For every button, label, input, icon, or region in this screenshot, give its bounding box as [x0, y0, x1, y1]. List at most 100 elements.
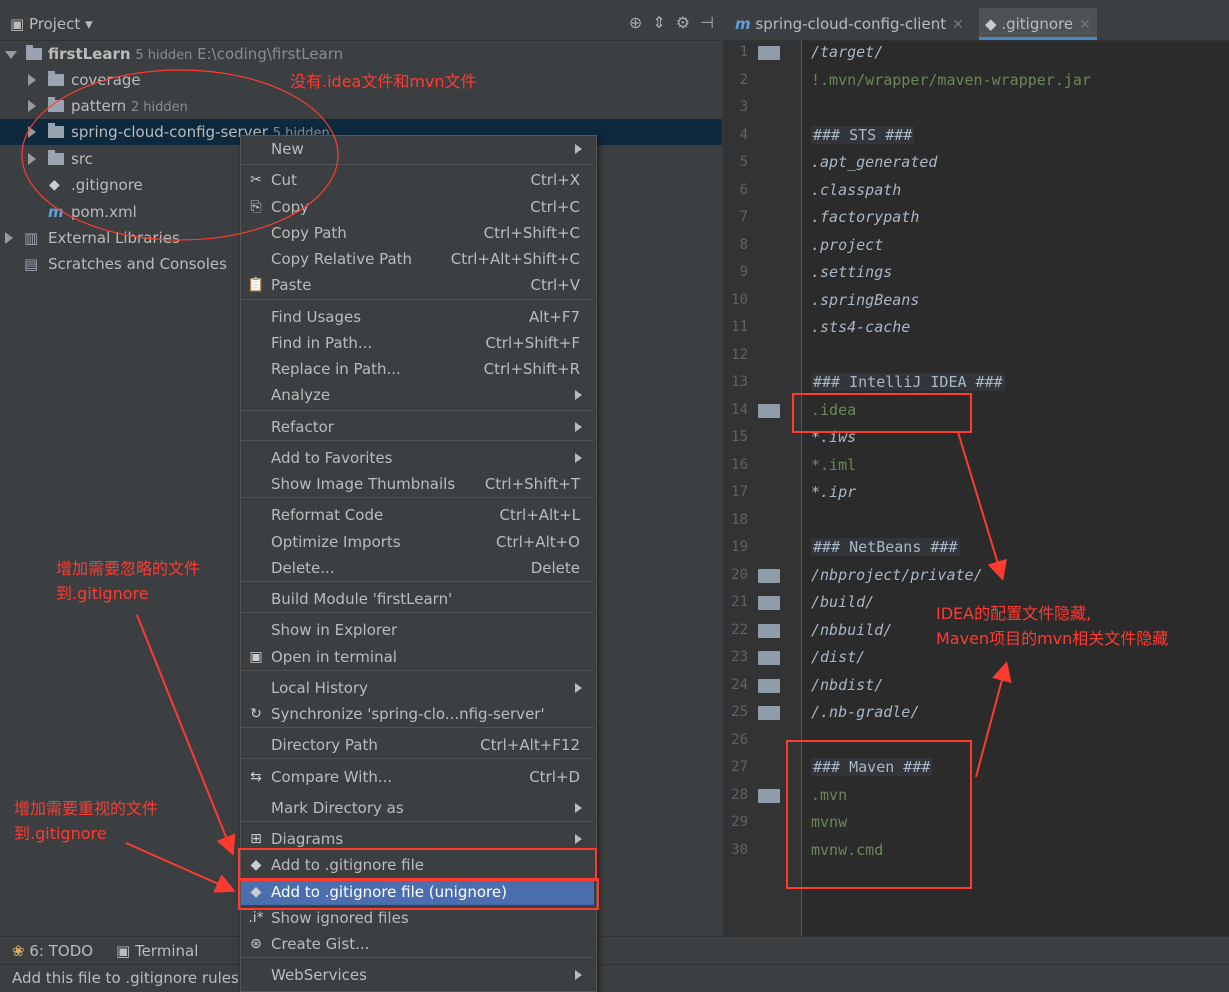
menu-item-find-usages[interactable]: Find Usages Alt+F7: [241, 304, 594, 330]
menu-item-label: Find in Path...: [271, 334, 373, 352]
menu-item-copy-relative-path[interactable]: Copy Relative Path Ctrl+Alt+Shift+C: [241, 246, 594, 272]
tab-label: .gitignore: [1001, 15, 1074, 33]
menu-separator: [241, 581, 594, 582]
menu-item-cut[interactable]: ✂ Cut Ctrl+X: [241, 167, 594, 193]
menu-item-local-history[interactable]: Local History: [241, 675, 594, 701]
menu-item-shortcut: Ctrl+Alt+L: [499, 506, 581, 524]
line-number: 2: [739, 71, 748, 88]
code-line[interactable]: .apt_generated: [811, 153, 937, 171]
sync-icon: ↻: [250, 706, 262, 722]
tab-spring-cloud-config-client[interactable]: m spring-cloud-config-client ✕: [729, 8, 970, 40]
close-tab-icon[interactable]: ✕: [1079, 17, 1091, 33]
menu-item-compare-with[interactable]: ⇆ Compare With... Ctrl+D: [241, 764, 594, 790]
code-line[interactable]: .springBeans: [811, 291, 919, 309]
menu-item-show-in-explorer[interactable]: Show in Explorer: [241, 617, 594, 643]
menu-item-webservices[interactable]: WebServices: [241, 962, 594, 988]
code-line[interactable]: /build/: [811, 593, 874, 611]
code-line[interactable]: !.mvn/wrapper/maven-wrapper.jar: [811, 71, 1091, 89]
compare-icon: ⇆: [250, 769, 262, 785]
code-line[interactable]: /nbbuild/: [811, 621, 892, 639]
expand-arrow-icon[interactable]: [28, 126, 36, 138]
terminal-tool-button[interactable]: ▣ Terminal: [116, 942, 198, 960]
close-tab-icon[interactable]: ✕: [952, 17, 964, 33]
menu-item-add-to-favorites[interactable]: Add to Favorites: [241, 445, 594, 471]
menu-item-label: Copy Relative Path: [271, 250, 413, 268]
collapse-all-icon[interactable]: ⇕: [652, 13, 665, 32]
code-line[interactable]: /nbdist/: [811, 676, 883, 694]
libraries-icon: ▥: [24, 229, 39, 247]
project-view-selector[interactable]: ▣ Project ▾: [10, 15, 93, 33]
line-number: 3: [739, 99, 748, 115]
annotation-add-ignore-line2: 到.gitignore: [56, 584, 149, 603]
code-line[interactable]: *.iml: [811, 456, 856, 474]
code-line[interactable]: .project: [811, 236, 883, 254]
tree-label: src: [71, 150, 93, 168]
menu-item-paste[interactable]: 📋 Paste Ctrl+V: [241, 272, 594, 298]
menu-item-copy-path[interactable]: Copy Path Ctrl+Shift+C: [241, 220, 594, 246]
code-line[interactable]: .sts4-cache: [811, 318, 910, 336]
expand-arrow-icon[interactable]: [28, 153, 36, 165]
menu-item-directory-path[interactable]: Directory Path Ctrl+Alt+F12: [241, 732, 594, 758]
code-line[interactable]: *.ipr: [811, 483, 856, 501]
settings-gear-icon[interactable]: ⚙: [676, 13, 690, 32]
code-line[interactable]: /.nb-gradle/: [811, 703, 919, 721]
code-line[interactable]: .classpath: [811, 181, 901, 199]
line-number: 29: [731, 814, 748, 830]
locate-icon[interactable]: ⊕: [629, 13, 642, 32]
line-number: 8: [739, 236, 748, 253]
submenu-arrow-icon: [575, 390, 582, 400]
tree-item-firstlearn[interactable]: firstLearn 5 hidden E:\coding\firstLearn: [0, 41, 722, 67]
code-line[interactable]: .factorypath: [811, 208, 919, 226]
menu-item-refactor[interactable]: Refactor: [241, 414, 594, 440]
hide-panel-icon[interactable]: ⊣: [700, 13, 714, 32]
expand-arrow-icon[interactable]: [5, 232, 13, 244]
terminal-label: Terminal: [134, 942, 199, 960]
menu-item-replace-in-path[interactable]: Replace in Path... Ctrl+Shift+R: [241, 356, 594, 382]
menu-item-copy[interactable]: ⎘ Copy Ctrl+C: [241, 194, 594, 220]
menu-item-new[interactable]: New: [241, 136, 594, 162]
code-line[interactable]: /target/: [811, 43, 883, 61]
menu-item-synchronize-spring-clo-nfig-server[interactable]: ↻ Synchronize 'spring-clo...nfig-server': [241, 701, 594, 727]
annotation-no-idea-mvn: 没有.idea文件和mvn文件: [290, 72, 477, 91]
menu-item-optimize-imports[interactable]: Optimize Imports Ctrl+Alt+O: [241, 529, 594, 555]
menu-item-shortcut: Ctrl+Shift+C: [483, 224, 580, 242]
code-line[interactable]: ### IntelliJ IDEA ###: [811, 373, 1005, 391]
expand-arrow-icon[interactable]: [28, 74, 36, 86]
tree-item-pattern[interactable]: pattern 2 hidden: [0, 93, 722, 119]
menu-item-create-gist[interactable]: ⊛ Create Gist...: [241, 931, 594, 957]
line-number: 17: [731, 484, 748, 500]
code-line[interactable]: /dist/: [811, 648, 865, 666]
expand-arrow-icon[interactable]: [28, 100, 36, 112]
menu-item-analyze[interactable]: Analyze: [241, 382, 594, 408]
menu-item-mark-directory-as[interactable]: Mark Directory as: [241, 795, 594, 821]
paste-icon: 📋: [247, 277, 265, 293]
menu-item-label: Open in terminal: [271, 648, 397, 666]
module-path: E:\coding\firstLearn: [197, 45, 344, 63]
line-number: 23: [731, 649, 748, 665]
menu-item-reformat-code[interactable]: Reformat Code Ctrl+Alt+L: [241, 502, 594, 528]
folder-icon: [48, 71, 64, 86]
todo-tool-button[interactable]: ❀ 6: TODO: [12, 942, 93, 960]
tab-gitignore[interactable]: ◆ .gitignore ✕: [979, 8, 1097, 40]
code-line[interactable]: /nbproject/private/: [811, 566, 983, 584]
code-line[interactable]: .settings: [811, 263, 892, 281]
highlight-box-idea: [792, 393, 972, 433]
folder-marker-icon: [758, 651, 780, 665]
expand-arrow-icon[interactable]: [5, 51, 17, 59]
code-line[interactable]: ### NetBeans ###: [811, 538, 960, 556]
git-file-icon: ◆: [49, 177, 60, 193]
folder-marker-icon: [758, 568, 780, 583]
menu-item-label: Create Gist...: [271, 935, 370, 953]
menu-item-delete[interactable]: Delete... Delete: [241, 555, 594, 581]
diagram-icon: ⊞: [250, 831, 262, 847]
line-number: 1: [739, 44, 748, 60]
folder-marker-icon: [758, 596, 780, 610]
menu-item-open-in-terminal[interactable]: ▣ Open in terminal: [241, 644, 594, 670]
menu-item-shortcut: Ctrl+Shift+F: [485, 334, 580, 352]
menu-separator: [241, 957, 594, 958]
menu-item-find-in-path[interactable]: Find in Path... Ctrl+Shift+F: [241, 330, 594, 356]
code-line[interactable]: ### STS ###: [811, 125, 915, 144]
menu-item-show-image-thumbnails[interactable]: Show Image Thumbnails Ctrl+Shift+T: [241, 471, 594, 497]
menu-item-build-module-firstlearn[interactable]: Build Module 'firstLearn': [241, 586, 594, 612]
folder-icon: [48, 123, 64, 138]
